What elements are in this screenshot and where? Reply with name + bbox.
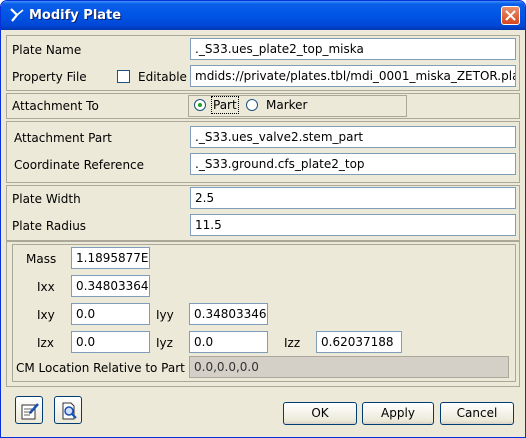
title-bar[interactable]: Modify Plate [1,1,525,30]
plate-name-field[interactable]: ._S33.ues_plate2_top_miska [190,38,516,60]
marker-radio[interactable] [246,99,258,111]
ixx-label: Ixx [37,280,55,294]
part-radio-label[interactable]: Part [211,96,239,114]
apply-button[interactable]: Apply [362,402,434,425]
iyz-field[interactable]: 0.0 [189,331,268,353]
property-file-field[interactable]: mdids://private/plates.tbl/mdi_0001_misk… [190,65,516,87]
plate-radius-label: Plate Radius [12,219,87,233]
izz-field[interactable]: 0.62037188 [316,331,402,353]
editable-label: Editable [138,70,187,84]
plate-radius-field[interactable]: 11.5 [190,214,516,236]
cancel-button[interactable]: Cancel [440,402,514,425]
ixx-field[interactable]: 0.34803364 [71,275,150,297]
mass-field[interactable]: 1.1895877E- [71,247,150,269]
mass-label: Mass [26,252,57,266]
iyy-label: Iyy [156,308,174,322]
ixy-field[interactable]: 0.0 [71,303,150,325]
close-icon [505,10,516,21]
edit-button[interactable] [15,396,43,424]
close-button[interactable] [501,6,520,25]
coordinate-reference-label: Coordinate Reference [14,158,145,172]
cm-location-field: 0.0,0.0,0.0 [189,356,509,378]
izz-label: Izz [284,336,301,350]
izx-field[interactable]: 0.0 [71,331,150,353]
plate-name-label: Plate Name [12,43,82,57]
attachment-part-field[interactable]: ._S33.ues_valve2.stem_part [190,126,516,148]
ixy-label: Ixy [37,308,55,322]
iyz-label: Iyz [156,336,173,350]
marker-radio-label[interactable]: Marker [266,98,307,112]
part-radio[interactable] [194,99,206,111]
coordinate-reference-field[interactable]: ._S33.ground.cfs_plate2_top [190,153,516,175]
plate-width-field[interactable]: 2.5 [190,187,516,209]
plate-width-label: Plate Width [12,192,81,206]
editable-checkbox[interactable] [117,70,130,83]
modify-plate-dialog: Modify Plate Plate Name ._S33.ues_plate2… [0,0,526,438]
attachment-part-label: Attachment Part [14,131,112,145]
cm-location-label: CM Location Relative to Part [16,361,185,375]
edit-icon [21,403,39,420]
ok-button[interactable]: OK [283,402,357,425]
attachment-to-label: Attachment To [12,99,99,113]
izx-label: Izx [37,336,54,350]
iyy-field[interactable]: 0.34803346 [189,303,268,325]
app-icon [10,8,24,22]
preview-button[interactable] [54,396,82,424]
property-file-label: Property File [12,70,87,84]
window-title: Modify Plate [29,8,122,23]
preview-icon [62,402,77,420]
